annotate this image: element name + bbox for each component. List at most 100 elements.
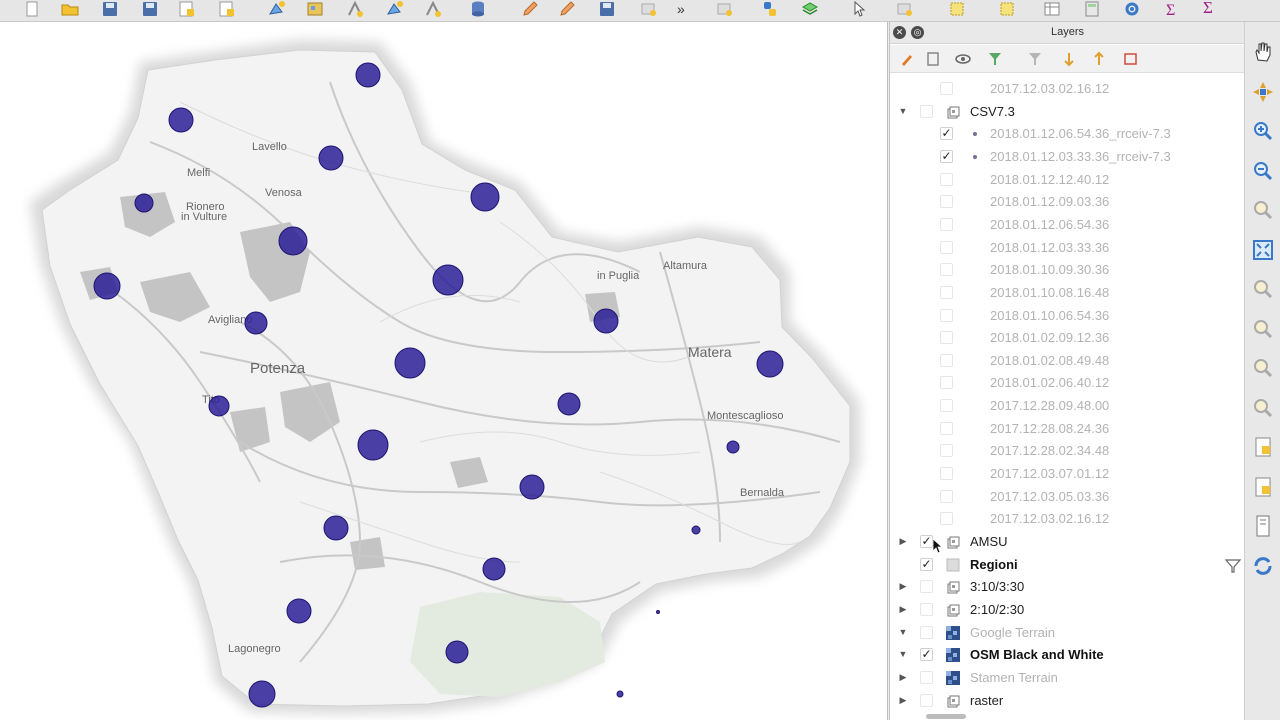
filter-icon[interactable] (1224, 558, 1242, 574)
layer-row[interactable]: ▼ ✓ OSM Black and White (890, 644, 1245, 666)
new-bookmark-icon[interactable] (1251, 435, 1275, 459)
layer-visibility-checkbox[interactable] (920, 625, 933, 639)
layer-visibility-checkbox[interactable] (940, 376, 953, 390)
layer-visibility-checkbox[interactable] (940, 217, 953, 231)
digitize-icon[interactable] (343, 0, 367, 18)
layer-visibility-checkbox[interactable] (940, 285, 953, 299)
layer-row[interactable]: ▶ 3:10/3:30 (890, 576, 1245, 598)
zoom-native-icon[interactable] (1251, 198, 1275, 222)
station-point[interactable] (244, 311, 268, 335)
new-project-icon[interactable] (20, 0, 44, 18)
station-point[interactable] (318, 145, 344, 171)
map-canvas[interactable]: Lavello Melfi Venosa Rionero in Vulture … (0, 22, 888, 720)
add-group-icon[interactable] (924, 50, 946, 68)
layer-row[interactable]: ▼ CSV7.3 (890, 101, 1245, 123)
save-project-icon[interactable] (98, 0, 122, 18)
station-point[interactable] (168, 107, 194, 133)
expand-arrow-icon[interactable]: ▶ (898, 672, 908, 682)
select-by-value-icon[interactable] (945, 0, 969, 18)
layer-row[interactable]: 2018.01.02.06.40.12 (890, 372, 1245, 394)
tile-scale-icon[interactable] (1251, 514, 1275, 538)
layer-visibility-checkbox[interactable] (940, 308, 953, 322)
refresh-icon[interactable] (1251, 554, 1275, 578)
layer-row[interactable]: 2018.01.12.12.40.12 (890, 169, 1245, 191)
layer-visibility-checkbox[interactable] (940, 263, 953, 277)
zoom-next-icon[interactable] (1251, 396, 1275, 420)
layer-row[interactable]: 2018.01.02.08.49.48 (890, 350, 1245, 372)
edit-pencil-icon[interactable] (518, 0, 542, 18)
add-database-icon[interactable] (466, 0, 490, 18)
station-point[interactable] (355, 62, 381, 88)
layer-visibility-checkbox[interactable]: ✓ (940, 149, 953, 163)
identify-icon[interactable] (848, 0, 872, 18)
layer-visibility-checkbox[interactable] (940, 240, 953, 254)
layer-tree-scrollbar[interactable] (926, 714, 966, 719)
field-calculator-icon[interactable] (1080, 0, 1104, 18)
more-tools-icon[interactable]: » (670, 0, 694, 18)
station-point[interactable] (394, 347, 426, 379)
station-point[interactable] (248, 680, 276, 708)
python-icon[interactable] (758, 0, 782, 18)
expand-arrow-icon[interactable]: ▶ (898, 581, 908, 591)
expand-all-icon[interactable] (1060, 50, 1082, 68)
deselect-icon[interactable] (995, 0, 1019, 18)
add-feature-icon[interactable] (636, 0, 660, 18)
collapse-all-icon[interactable] (1090, 50, 1112, 68)
expand-arrow-icon[interactable]: ▶ (898, 536, 908, 546)
layer-visibility-checkbox[interactable] (940, 467, 953, 481)
layout-manager-icon[interactable] (214, 0, 238, 18)
station-point[interactable] (445, 640, 469, 664)
layer-row[interactable]: 2017.12.28.08.24.36 (890, 418, 1245, 440)
collapse-arrow-icon[interactable]: ▼ (898, 627, 908, 637)
open-project-icon[interactable] (58, 0, 82, 18)
layer-row[interactable]: 2018.01.12.03.33.36 (890, 237, 1245, 259)
zoom-full-icon[interactable] (1251, 238, 1275, 262)
station-point[interactable] (557, 392, 581, 416)
new-shapefile-icon[interactable] (383, 0, 407, 18)
layer-visibility-checkbox[interactable]: ✓ (920, 557, 933, 571)
layer-visibility-checkbox[interactable] (940, 82, 953, 95)
layer-row[interactable]: 2018.01.10.08.16.48 (890, 282, 1245, 304)
sigma-icon[interactable]: Σ (1196, 0, 1220, 18)
station-point[interactable] (323, 515, 349, 541)
layer-visibility-checkbox[interactable] (920, 104, 933, 118)
layer-row[interactable]: ✓ 2018.01.12.03.33.36_rrceiv-7.3 (890, 146, 1245, 168)
station-point[interactable] (357, 429, 389, 461)
layer-row[interactable]: ▼ Google Terrain (890, 622, 1245, 644)
select-features-icon[interactable] (892, 0, 916, 18)
pan-to-selection-icon[interactable] (1251, 80, 1275, 104)
station-point[interactable] (756, 350, 784, 378)
layer-row[interactable]: 2018.01.02.09.12.36 (890, 327, 1245, 349)
save-edits-icon[interactable] (595, 0, 619, 18)
layer-row[interactable]: 2018.01.12.09.03.36 (890, 191, 1245, 213)
station-point[interactable] (432, 264, 464, 296)
layer-visibility-checkbox[interactable] (940, 172, 953, 186)
layer-visibility-checkbox[interactable] (940, 195, 953, 209)
layer-visibility-checkbox[interactable] (940, 421, 953, 435)
station-point[interactable] (691, 525, 701, 535)
filter-legend-icon[interactable] (986, 50, 1008, 68)
station-point[interactable] (519, 474, 545, 500)
station-point[interactable] (482, 557, 506, 581)
layer-row[interactable]: 2017.12.03.02.16.12 (890, 508, 1245, 530)
pan-hand-icon[interactable] (1251, 40, 1275, 64)
add-delimited-text-icon[interactable] (421, 0, 445, 18)
station-point[interactable] (278, 226, 308, 256)
zoom-last-icon[interactable] (1251, 356, 1275, 380)
layer-row[interactable]: 2017.12.28.02.34.48 (890, 440, 1245, 462)
toggle-editing-icon[interactable] (555, 0, 579, 18)
new-print-layout-icon[interactable] (174, 0, 198, 18)
expand-arrow-icon[interactable]: ▶ (898, 604, 908, 614)
layer-visibility-checkbox[interactable] (940, 512, 953, 526)
layer-visibility-checkbox[interactable]: ✓ (940, 127, 953, 141)
layer-visibility-checkbox[interactable] (940, 399, 953, 413)
layer-visibility-checkbox[interactable]: ✓ (920, 648, 933, 662)
layer-visibility-checkbox[interactable] (940, 489, 953, 503)
station-point[interactable] (286, 598, 312, 624)
collapse-arrow-icon[interactable]: ▼ (898, 106, 908, 116)
statistics-icon[interactable]: Σ (1160, 0, 1184, 18)
station-point[interactable] (656, 610, 660, 614)
layer-row[interactable]: ▶ 2:10/2:30 (890, 599, 1245, 621)
layer-row[interactable]: 2018.01.10.09.30.36 (890, 259, 1245, 281)
show-bookmarks-icon[interactable] (1251, 475, 1275, 499)
